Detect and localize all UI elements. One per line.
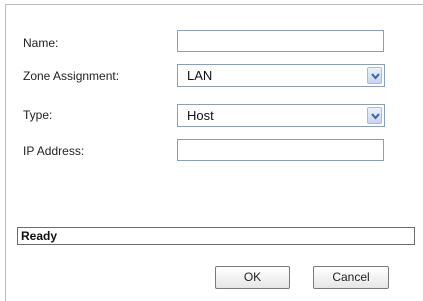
type-select[interactable]: Host	[177, 104, 385, 127]
name-input[interactable]	[177, 30, 384, 52]
chevron-down-icon	[371, 113, 380, 120]
zone-dropdown-button[interactable]	[367, 67, 382, 84]
zone-assignment-value: LAN	[187, 68, 213, 83]
name-label: Name:	[23, 36, 59, 50]
ip-address-label: IP Address:	[23, 144, 85, 158]
zone-assignment-label: Zone Assignment:	[23, 69, 120, 83]
cancel-button[interactable]: Cancel	[313, 266, 389, 289]
status-text: Ready	[21, 229, 58, 243]
type-dropdown-button[interactable]	[367, 107, 382, 124]
type-label: Type:	[23, 108, 53, 122]
zone-assignment-select[interactable]: LAN	[177, 64, 385, 87]
chevron-down-icon	[371, 73, 380, 80]
status-bar: Ready	[17, 227, 415, 245]
ip-address-input[interactable]	[177, 139, 384, 161]
type-value: Host	[187, 108, 214, 123]
ok-button[interactable]: OK	[215, 266, 290, 289]
